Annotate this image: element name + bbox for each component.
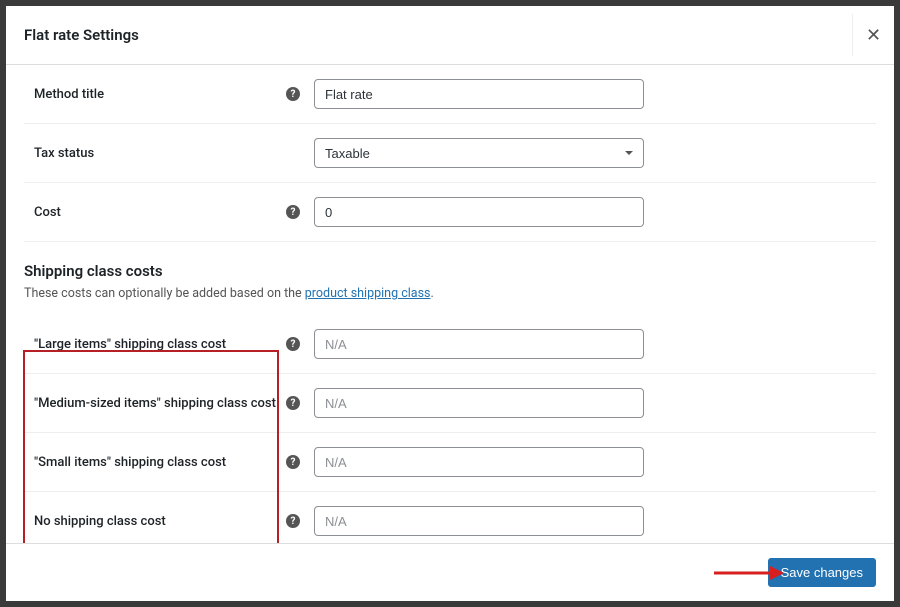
help-icon[interactable]: ? [286,396,300,410]
small-items-row: "Small items" shipping class cost ? [24,433,876,492]
medium-items-label: "Medium-sized items" shipping class cost… [34,396,314,411]
no-class-label: No shipping class cost ? [34,514,314,529]
modal-title: Flat rate Settings [24,26,139,44]
large-items-label: "Large items" shipping class cost ? [34,337,314,352]
shipping-class-costs-heading: Shipping class costs [24,242,876,286]
tax-status-row: Tax status Taxable [24,124,876,183]
cost-input[interactable] [314,197,644,227]
no-class-row: No shipping class cost ? [24,492,876,543]
large-items-input[interactable] [314,329,644,359]
shipping-class-desc: These costs can optionally be added base… [24,286,876,315]
tax-status-select[interactable]: Taxable [314,138,644,168]
shipping-class-group: "Large items" shipping class cost ? "Med… [24,315,876,543]
label-text: Method title [34,87,104,102]
large-items-row: "Large items" shipping class cost ? [24,315,876,374]
desc-suffix: . [430,286,433,301]
help-icon[interactable]: ? [286,337,300,351]
medium-items-input[interactable] [314,388,644,418]
save-changes-button[interactable]: Save changes [768,558,876,587]
label-text: Tax status [34,146,94,161]
cost-label: Cost ? [34,205,314,220]
desc-text: These costs can optionally be added base… [24,286,305,301]
method-title-label: Method title ? [34,87,314,102]
label-text: Cost [34,205,61,220]
small-items-label: "Small items" shipping class cost ? [34,455,314,470]
settings-modal: Flat rate Settings ✕ Method title ? Tax … [6,6,894,601]
help-icon[interactable]: ? [286,87,300,101]
cost-row: Cost ? [24,183,876,242]
help-icon[interactable]: ? [286,205,300,219]
modal-header: Flat rate Settings ✕ [6,6,894,65]
label-text: No shipping class cost [34,514,166,529]
help-icon[interactable]: ? [286,514,300,528]
small-items-input[interactable] [314,447,644,477]
medium-items-row: "Medium-sized items" shipping class cost… [24,374,876,433]
modal-footer: Save changes [6,543,894,601]
label-text: "Medium-sized items" shipping class cost [34,396,276,411]
product-shipping-class-link[interactable]: product shipping class [305,286,431,301]
label-text: "Small items" shipping class cost [34,455,226,470]
help-icon[interactable]: ? [286,455,300,469]
no-class-input[interactable] [314,506,644,536]
close-button[interactable]: ✕ [852,14,894,56]
label-text: "Large items" shipping class cost [34,337,226,352]
method-title-input[interactable] [314,79,644,109]
close-icon: ✕ [866,25,881,46]
method-title-row: Method title ? [24,65,876,124]
modal-body[interactable]: Method title ? Tax status Taxable Cost ? [6,65,894,543]
tax-status-label: Tax status [34,146,314,161]
